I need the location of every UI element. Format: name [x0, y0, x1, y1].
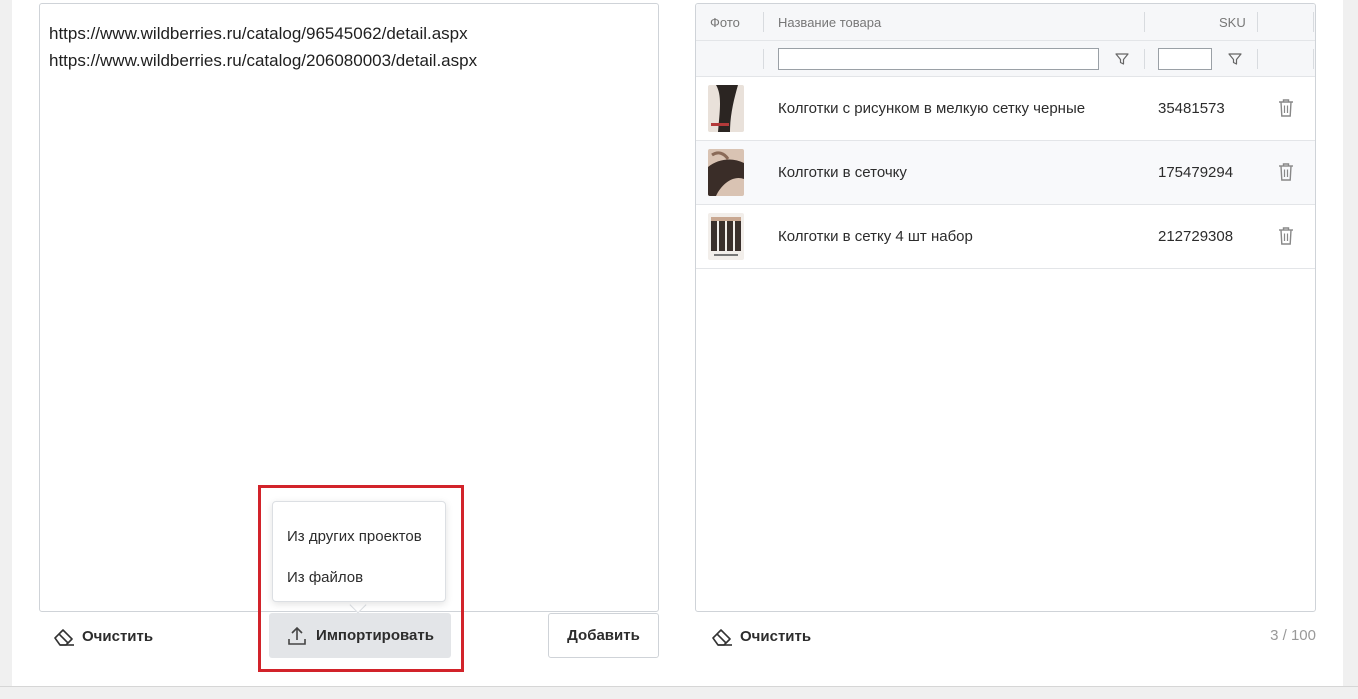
- table-body: Колготки с рисунком в мелкую сетку черны…: [696, 77, 1315, 269]
- column-separator: [763, 49, 764, 69]
- url-line: https://www.wildberries.ru/catalog/96545…: [49, 24, 468, 43]
- import-label: Импортировать: [316, 627, 434, 644]
- funnel-icon[interactable]: [1228, 52, 1242, 66]
- funnel-icon[interactable]: [1115, 52, 1129, 66]
- column-sku[interactable]: SKU: [1219, 15, 1246, 30]
- filter-row: [696, 41, 1315, 77]
- column-separator: [1144, 12, 1145, 32]
- divider: [0, 686, 1358, 687]
- table-row[interactable]: Колготки с рисунком в мелкую сетку черны…: [696, 77, 1315, 141]
- url-line: https://www.wildberries.ru/catalog/20608…: [49, 51, 478, 70]
- import-menu: Из других проектов Из файлов: [272, 501, 446, 602]
- product-photo: [708, 149, 744, 196]
- menu-item-from-files[interactable]: Из файлов: [273, 557, 445, 598]
- trash-icon[interactable]: [1278, 226, 1294, 246]
- product-sku: 212729308: [1158, 228, 1234, 245]
- column-separator: [1313, 12, 1314, 32]
- column-separator: [763, 12, 764, 32]
- column-photo: Фото: [710, 15, 740, 30]
- items-counter: 3 / 100: [1270, 627, 1316, 644]
- name-filter-input[interactable]: [778, 48, 1099, 70]
- table-row[interactable]: Колготки в сеточку 175479294: [696, 141, 1315, 205]
- upload-icon: [286, 625, 308, 647]
- product-name: Колготки в сеточку: [778, 164, 907, 181]
- product-name: Колготки в сетку 4 шт набор: [778, 228, 973, 245]
- eraser-icon: [52, 626, 76, 646]
- clear-label: Очистить: [82, 627, 154, 645]
- menu-item-from-projects[interactable]: Из других проектов: [273, 516, 445, 557]
- products-table: Фото Название товара SKU Колготки с рису…: [695, 3, 1316, 612]
- product-photo: [708, 213, 744, 260]
- column-separator: [1257, 49, 1258, 69]
- sku-filter-input[interactable]: [1158, 48, 1212, 70]
- trash-icon[interactable]: [1278, 162, 1294, 182]
- clear-products-button[interactable]: Очистить: [710, 621, 811, 651]
- import-button[interactable]: Импортировать: [269, 613, 451, 658]
- add-button[interactable]: Добавить: [548, 613, 659, 658]
- clear-label: Очистить: [740, 627, 812, 645]
- column-separator: [1144, 49, 1145, 69]
- product-sku: 175479294: [1158, 164, 1234, 181]
- trash-icon[interactable]: [1278, 98, 1294, 118]
- product-photo: [708, 85, 744, 132]
- column-separator: [1313, 49, 1314, 69]
- table-row[interactable]: Колготки в сетку 4 шт набор 212729308: [696, 205, 1315, 269]
- clear-urls-button[interactable]: Очистить: [52, 621, 153, 651]
- column-separator: [1257, 12, 1258, 32]
- product-sku: 35481573: [1158, 100, 1225, 117]
- table-header: Фото Название товара SKU: [696, 4, 1315, 41]
- eraser-icon: [710, 626, 734, 646]
- product-name: Колготки с рисунком в мелкую сетку черны…: [778, 100, 1086, 117]
- column-name[interactable]: Название товара: [778, 15, 881, 30]
